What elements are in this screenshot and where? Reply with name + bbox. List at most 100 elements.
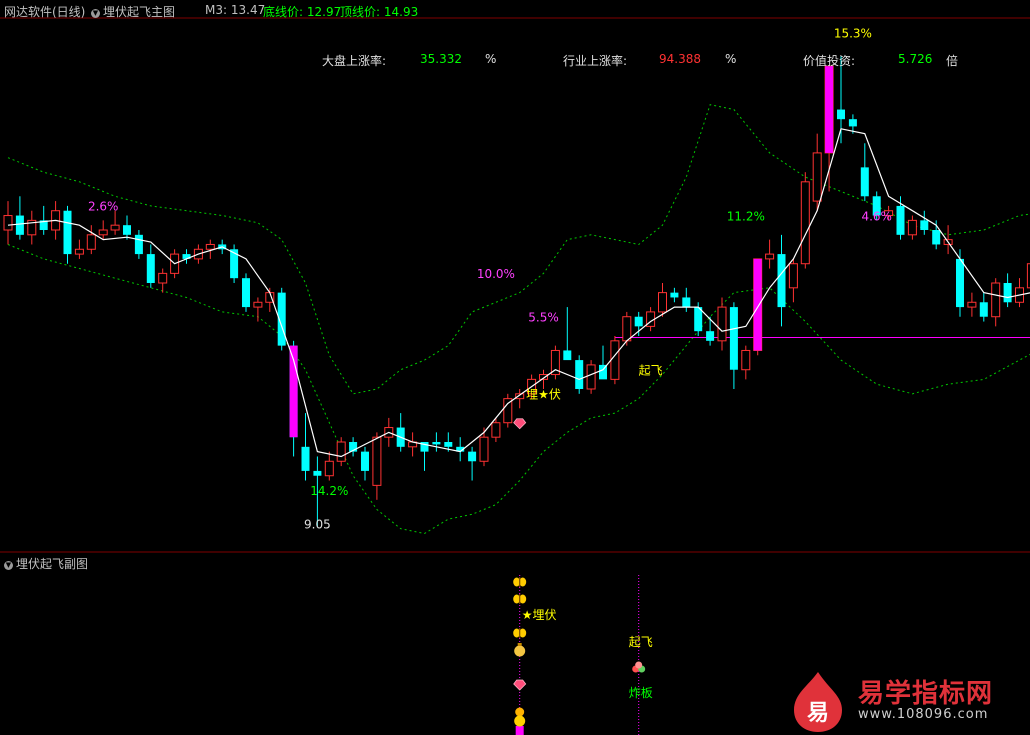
candle [515,389,525,409]
candle [336,437,346,467]
moneybag-icon [514,643,526,657]
candle [670,287,679,303]
candle-body [812,152,822,202]
subchart-label: 起飞 [629,635,653,649]
candle [503,393,513,428]
candle-body [634,316,643,327]
candle-body [920,220,929,230]
candle-body [301,446,310,471]
candle [158,268,168,293]
candle-body [896,205,905,235]
candle [586,360,596,394]
pct-label: 15.3% [834,26,872,40]
candle-body [372,436,382,486]
signal-bar [753,258,762,351]
candle-body [134,234,143,255]
candle-body [575,360,584,389]
candle-body [86,234,96,250]
candle [98,220,108,240]
candle-body [479,436,489,462]
candle [408,432,418,457]
main-chart-title-text: 埋伏起飞主图 [103,5,176,19]
chart-text-label: 埋★伏 [526,388,561,402]
top-line-readout: 顶线价: 14.93 [340,3,418,20]
candle-body [837,109,845,120]
coin-icon [514,707,526,727]
chart-text-label: 起飞 [639,364,663,378]
candle [575,355,584,394]
subchart-label: 炸板 [629,686,653,700]
candle-body [123,225,131,235]
fruit-cluster-icon [632,661,646,673]
signal-bar [515,726,524,735]
chart-stage: 2.6% 14.2% 10.0% 5.5% 15.3% 11.2% 4.6% 9.05 埋★伏起… [0,0,1030,735]
bottom-line-readout: 底线价: 12.97 [263,3,341,20]
candle [765,239,775,269]
candle [860,143,869,202]
candle-body [967,301,977,308]
subchart-label: ★埋伏 [522,608,557,622]
chevron-down-icon[interactable]: ▼ [4,561,13,570]
candle [110,210,120,235]
candle [324,451,334,481]
bottom-line-label: 底线价: [263,5,307,19]
candle [15,196,24,240]
candle-body [932,230,941,245]
subchart-title-text: 埋伏起飞副图 [16,557,89,571]
candle-body [205,243,215,250]
candle-body [682,297,691,308]
candle-body [717,306,727,342]
subchart-title[interactable]: ▼ 埋伏起飞副图 [4,555,88,572]
coin-bottom [514,715,526,727]
candle-body [432,442,441,445]
main-chart-title[interactable]: ▼ 埋伏起飞主图 [91,3,175,20]
candle-body [98,229,108,236]
candle [134,230,143,259]
candle [372,432,382,500]
upper-band-line [7,104,1030,395]
candle [253,297,263,322]
chevron-down-icon[interactable]: ▼ [91,9,100,18]
candle [86,225,96,255]
candle-body [253,301,263,308]
candle-body [586,364,596,390]
candle [777,234,786,327]
candle-body [741,349,751,371]
candle [349,437,358,457]
market-rise-unit: % [485,52,497,66]
pct-label: 10.0% [477,267,515,281]
candle-body [230,249,239,279]
industry-rise-value: 94.388 [659,52,701,66]
candle [610,336,620,385]
candle [920,210,929,235]
value-invest-value: 5.726 [898,52,933,66]
candle [550,345,560,380]
candle-body [788,263,798,289]
candle [634,311,643,336]
butterfly-icon [513,628,527,638]
top-line-value: 14.93 [383,5,419,19]
candle-body [63,210,72,255]
candle-body [444,442,453,447]
candle-body [777,254,786,308]
candle-body [563,350,572,361]
candle [599,345,607,380]
coin-top [515,707,525,717]
m3-value: 13.47 [230,3,266,17]
candle [658,283,667,317]
candle-body [991,282,1001,318]
candle [991,278,1001,327]
candle [800,172,810,269]
candle [39,205,48,235]
watermark-logo-icon: 易 [794,672,842,732]
bottom-line-value: 12.97 [306,5,342,19]
candle [3,201,13,245]
candle [146,244,155,288]
candle-body [313,470,322,476]
butterfly-icon [513,594,527,604]
signal-bar [825,66,834,153]
candle-body [242,278,250,308]
candle-body [622,316,632,342]
industry-rise-label: 行业上涨率: [563,54,628,68]
candle [788,258,798,303]
